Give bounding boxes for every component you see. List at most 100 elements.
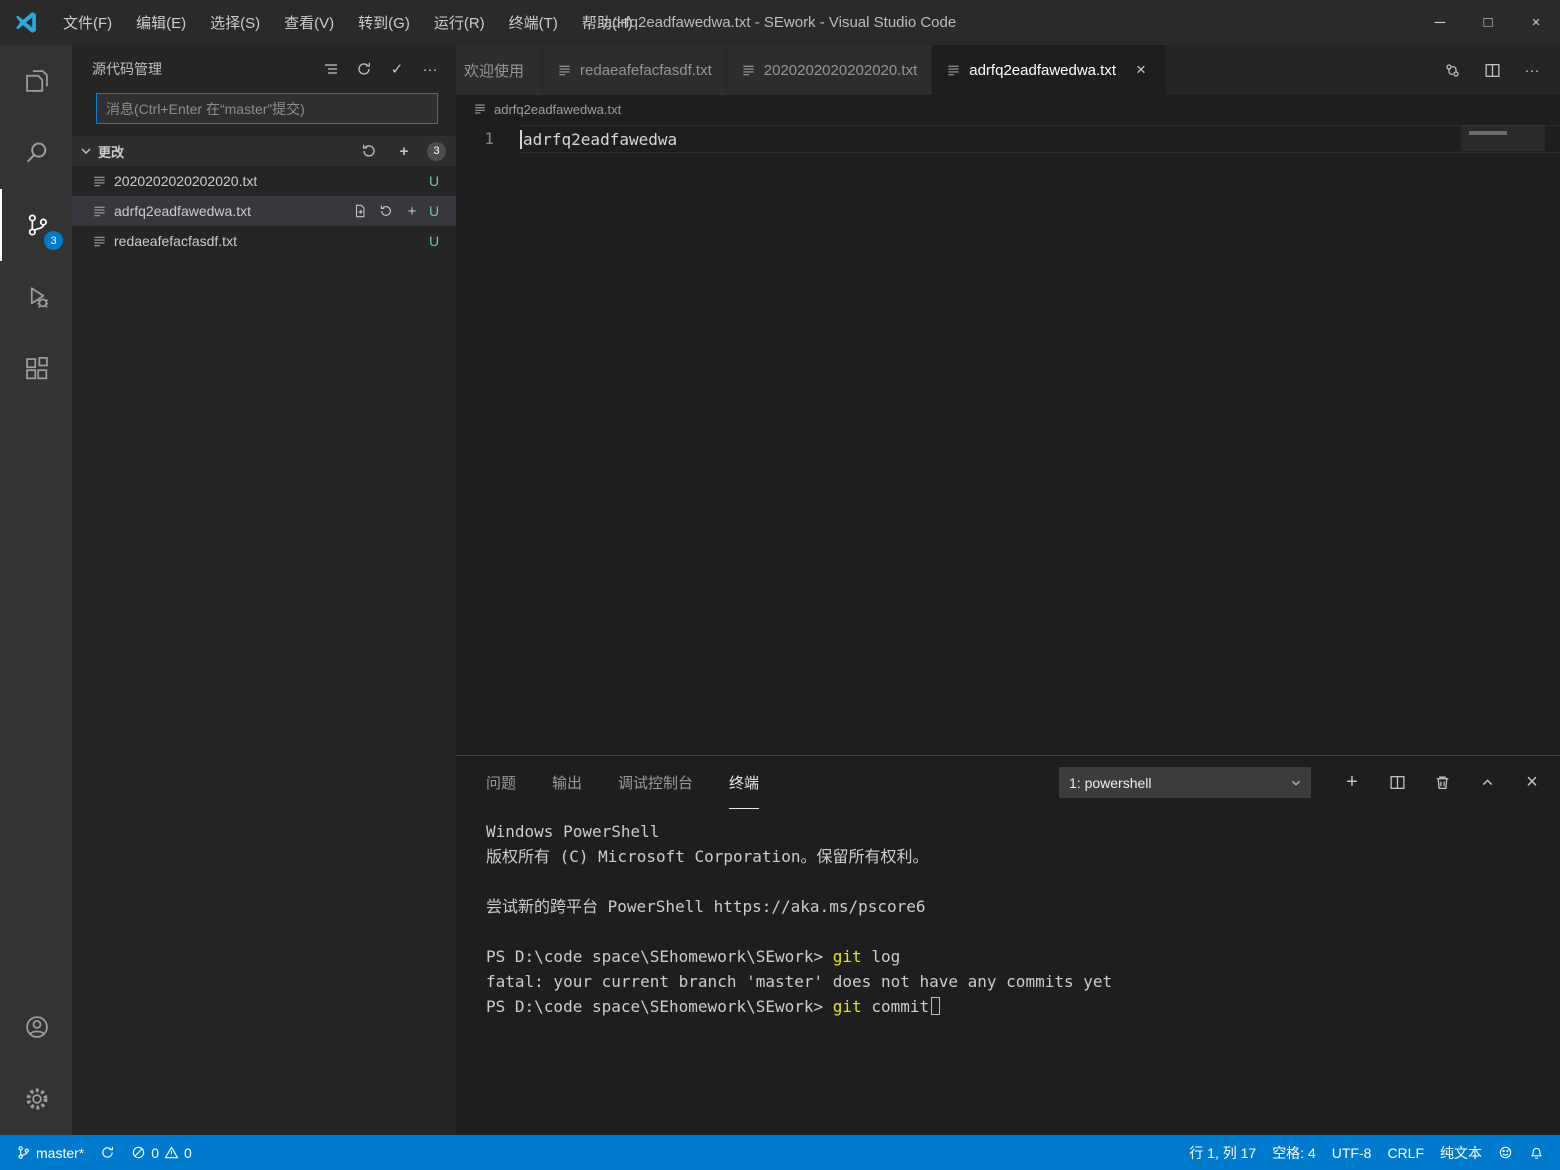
open-changes-button[interactable] [1440, 58, 1464, 82]
tab-welcome[interactable]: 欢迎使用 [456, 45, 544, 95]
file-icon [475, 104, 485, 114]
statusbar-branch[interactable]: master* [8, 1135, 92, 1170]
tab-2020202020202020[interactable]: 2020202020202020.txt [726, 45, 933, 95]
panel-tab-debug-console[interactable]: 调试控制台 [618, 756, 693, 809]
statusbar-indentation[interactable]: 空格: 4 [1264, 1135, 1324, 1170]
statusbar-feedback[interactable] [1490, 1135, 1521, 1170]
menu-view[interactable]: 查看(V) [272, 0, 346, 45]
panel-tab-problems[interactable]: 问题 [486, 756, 516, 809]
file-icon [948, 65, 959, 75]
terminal-command-git: git [832, 997, 862, 1016]
editor[interactable]: 1 adrfq2eadfawedwa [456, 123, 1560, 755]
editor-caret [520, 129, 522, 149]
statusbar-eol[interactable]: CRLF [1379, 1135, 1432, 1170]
more-actions-button[interactable]: ··· [418, 57, 442, 81]
tab-label: 2020202020202020.txt [763, 61, 918, 79]
changes-section-header[interactable]: 更改 + 3 [72, 136, 456, 166]
activity-source-control[interactable]: 3 [0, 189, 72, 261]
commit-message-input[interactable] [96, 93, 438, 124]
panel-tab-output[interactable]: 输出 [552, 756, 582, 809]
terminal-command-line: PS D:\code space\SEhomework\SEwork> git … [486, 994, 1540, 1019]
panel-actions: 1: powershell + × [1059, 767, 1544, 798]
split-editor-icon [1484, 63, 1500, 77]
list-tree-icon [325, 64, 337, 74]
split-terminal-button[interactable] [1385, 771, 1409, 795]
menu-edit[interactable]: 编辑(E) [124, 0, 198, 45]
stage-all-button[interactable]: + [392, 139, 416, 163]
discard-all-button[interactable] [357, 139, 381, 163]
terminal-instance-label: 1: powershell [1069, 774, 1152, 791]
statusbar-problems[interactable]: 0 0 [123, 1135, 200, 1170]
statusbar-cursor-position[interactable]: 行 1, 列 17 [1181, 1135, 1264, 1170]
statusbar: master* 0 0 行 1, 列 17 空格: 4 UTF-8 CRLF 纯… [0, 1135, 1560, 1170]
refresh-button[interactable] [352, 57, 376, 81]
statusbar-right: 行 1, 列 17 空格: 4 UTF-8 CRLF 纯文本 [1181, 1135, 1552, 1170]
activity-search[interactable] [0, 117, 72, 189]
file-icon [559, 65, 570, 75]
error-circle-slash-icon [133, 1146, 145, 1159]
window-title: adrfq2eadfawedwa.txt - SEwork - Visual S… [603, 14, 957, 31]
activity-account[interactable] [0, 991, 72, 1063]
feedback-smiley-icon [1499, 1146, 1512, 1159]
go-to-file-icon [355, 204, 365, 218]
scm-file-row[interactable]: redaeafefacfasdf.txt U [72, 226, 456, 256]
split-editor-button[interactable] [1480, 58, 1504, 82]
terminal-output[interactable]: Windows PowerShell 版权所有 (C) Microsoft Co… [456, 809, 1560, 1135]
line-number: 1 [484, 129, 494, 148]
close-window-button[interactable]: × [1512, 0, 1560, 45]
statusbar-encoding[interactable]: UTF-8 [1324, 1135, 1380, 1170]
statusbar-sync[interactable] [92, 1135, 123, 1170]
scm-file-row-selected[interactable]: adrfq2eadfawedwa.txt + U [72, 196, 456, 226]
file-icon [94, 236, 105, 246]
menu-selection[interactable]: 选择(S) [198, 0, 272, 45]
terminal-line: fatal: your current branch 'master' does… [486, 972, 1113, 991]
minimize-button[interactable]: ─ [1416, 0, 1464, 45]
changes-actions: + 3 [357, 139, 446, 163]
tab-redaeafefacfasdf[interactable]: redaeafefacfasdf.txt [543, 45, 727, 95]
editor-more-actions-button[interactable]: ··· [1520, 58, 1544, 82]
kill-terminal-button[interactable] [1430, 771, 1454, 795]
menu-run[interactable]: 运行(R) [422, 0, 497, 45]
maximize-panel-button[interactable] [1475, 771, 1499, 795]
breadcrumb-item-file[interactable]: adrfq2eadfawedwa.txt [494, 102, 621, 117]
maximize-button[interactable]: □ [1464, 0, 1512, 45]
tab-adrfq2eadfawedwa-active[interactable]: adrfq2eadfawedwa.txt × [932, 45, 1168, 95]
code-area[interactable]: adrfq2eadfawedwa [520, 123, 1560, 755]
menu-file[interactable]: 文件(F) [51, 0, 124, 45]
new-terminal-button[interactable]: + [1340, 771, 1364, 795]
activity-settings[interactable] [0, 1063, 72, 1135]
stage-file-button[interactable]: + [403, 202, 421, 220]
file-name: 2020202020202020.txt [114, 173, 258, 189]
open-file-button[interactable] [351, 202, 369, 220]
terminal-instance-select[interactable]: 1: powershell [1059, 767, 1311, 798]
close-panel-button[interactable]: × [1520, 771, 1544, 795]
editor-gutter: 1 [456, 123, 520, 755]
commit-button[interactable]: ✓ [385, 57, 409, 81]
statusbar-language[interactable]: 纯文本 [1432, 1135, 1490, 1170]
tab-label: 欢迎使用 [464, 62, 525, 80]
menu-go[interactable]: 转到(G) [346, 0, 422, 45]
tabbar-actions: ··· [1424, 45, 1560, 95]
sidebar-header: 源代码管理 ✓ ··· [72, 45, 456, 93]
terminal-line: Windows PowerShell [486, 822, 660, 841]
bottom-panel: 问题 输出 调试控制台 终端 1: powershell + × Windows… [456, 755, 1560, 1135]
menu-terminal[interactable]: 终端(T) [497, 0, 570, 45]
scm-file-row[interactable]: 2020202020202020.txt U [72, 166, 456, 196]
activity-extensions[interactable] [0, 333, 72, 405]
vscode-window: 文件(F) 编辑(E) 选择(S) 查看(V) 转到(G) 运行(R) 终端(T… [0, 0, 1560, 1170]
view-as-tree-button[interactable] [319, 57, 343, 81]
minimap-content [1469, 131, 1507, 135]
discard-changes-button[interactable] [377, 202, 395, 220]
file-name: adrfq2eadfawedwa.txt [114, 203, 251, 219]
statusbar-notifications[interactable] [1521, 1135, 1552, 1170]
panel-tabs: 问题 输出 调试控制台 终端 [486, 756, 760, 809]
titlebar: 文件(F) 编辑(E) 选择(S) 查看(V) 转到(G) 运行(R) 终端(T… [0, 0, 1560, 45]
panel-tab-terminal[interactable]: 终端 [729, 756, 760, 809]
activity-run-debug[interactable] [0, 261, 72, 333]
activity-explorer[interactable] [0, 45, 72, 117]
sidebar-title: 源代码管理 [92, 61, 162, 77]
minimap[interactable] [1461, 125, 1545, 151]
close-tab-button[interactable]: × [1130, 59, 1152, 81]
tab-label: redaeafefacfasdf.txt [580, 61, 712, 79]
code-line-current: adrfq2eadfawedwa [520, 125, 1560, 153]
